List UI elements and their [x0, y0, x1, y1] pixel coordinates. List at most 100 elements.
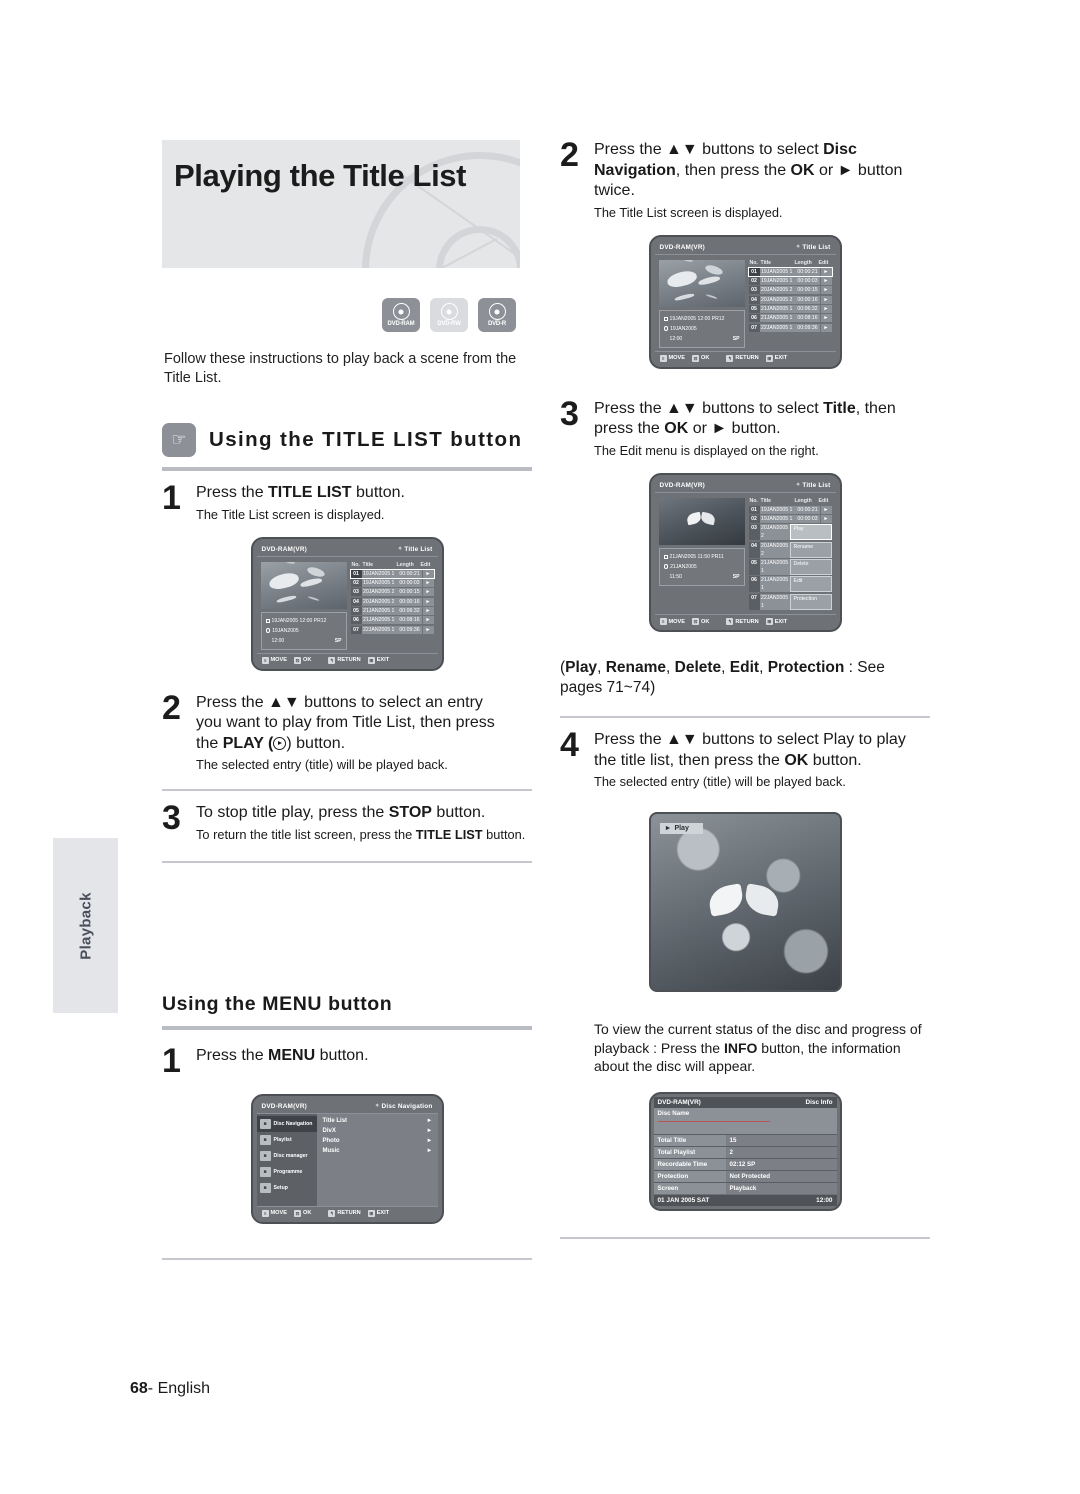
table-row[interactable]: 04 20JAN2005 2 Rename [748, 541, 832, 558]
row-edit-arrow[interactable]: ► [819, 314, 832, 323]
side-tab-label: Playback [77, 891, 94, 960]
table-row[interactable]: 01 19JAN2005 1 00:00:21 ► [747, 266, 833, 277]
edit-menu-item[interactable]: Protection [789, 593, 832, 610]
table-row[interactable]: 05 21JAN2005 1 00:06:32 ► [748, 305, 832, 314]
row-edit-arrow[interactable]: ► [819, 286, 832, 295]
page-banner: Playing the Title List [162, 140, 520, 268]
row-title: 19JAN2005 1 [361, 578, 398, 587]
osd-footer-label: EXIT [774, 618, 788, 625]
osd-info-time: 12:00 [271, 637, 285, 644]
key-icon: ≡ [659, 618, 667, 626]
edit-menu-item[interactable]: Play [789, 524, 832, 541]
row-length: 00:00:03 [795, 514, 820, 523]
row-edit-arrow[interactable]: ► [421, 588, 434, 597]
play-badge-label: Play [674, 825, 689, 833]
disc-info-value: Not Protected [725, 1170, 837, 1182]
row-title: 21JAN2005 1 [759, 305, 796, 314]
osd-footer-move[interactable]: ≡ MOVE [659, 618, 685, 626]
sidebar-item-disc-manager[interactable]: ■ Disc manager [257, 1148, 317, 1164]
nav-menu-item-music[interactable]: Music ► [323, 1148, 433, 1154]
row-edit-arrow[interactable]: ► [819, 323, 832, 332]
diamond-icon: ✧ [397, 546, 403, 552]
osd-footer-exit[interactable]: ⊞ EXIT [367, 1209, 389, 1217]
row-edit-arrow[interactable]: ► [421, 597, 434, 606]
key-icon: ≡ [261, 656, 269, 664]
row-edit-arrow[interactable]: ► [421, 625, 434, 634]
osd-play-screen: ► Play [648, 812, 842, 993]
table-row[interactable]: 06 21JAN2005 1 00:08:16 ► [350, 616, 434, 625]
edit-menu-item[interactable]: Delete [789, 559, 832, 576]
right-column: 2 Press the ▲▼ buttons to select Disc Na… [560, 138, 930, 1239]
diamond-icon: ✧ [795, 482, 801, 488]
osd-footer-exit[interactable]: ⊞ EXIT [765, 618, 788, 626]
osd-footer-label: MOVE [270, 657, 287, 663]
nav-menu-item-photo[interactable]: Photo ► [323, 1138, 433, 1144]
osd-footer-label: EXIT [376, 657, 390, 663]
sidebar-item-setup[interactable]: ■ Setup [257, 1180, 317, 1196]
nav-menu-item-title list[interactable]: Title List ► [323, 1118, 433, 1124]
osd-info-title: 19JAN2005 12:00 PR12 [271, 617, 327, 624]
osd-disc-type: DVD-RAM(VR) [261, 1102, 308, 1110]
osd-footer-return[interactable]: ↰ RETURN [328, 656, 361, 664]
osd-header: DVD-RAM(VR) ✧ Title List [256, 543, 438, 557]
table-row[interactable]: 03 20JAN2005 2 00:00:15 ► [350, 588, 434, 597]
osd-footer-ok[interactable]: ⊡ OK [293, 1209, 311, 1217]
sidebar-item-playlist[interactable]: ■ Playlist [257, 1132, 317, 1148]
osd-footer-label: OK [700, 618, 710, 625]
step-subtext: The Title List screen is displayed. [594, 204, 783, 220]
key-icon: ↰ [726, 354, 734, 362]
row-edit-arrow[interactable]: ► [421, 578, 434, 587]
step-3-menu: 3 Press the ▲▼ buttons to select Title, … [560, 397, 930, 459]
table-row[interactable]: 01 19JAN2005 1 00:00:21 ► [349, 568, 435, 579]
row-edit-arrow[interactable]: ► [819, 305, 832, 314]
section-title: Using the TITLE LIST button [209, 428, 523, 451]
osd-disc-name-field[interactable]: Disc Name [653, 1107, 837, 1134]
table-row[interactable]: 01 19JAN2005 1 00:00:21 ► [748, 505, 832, 514]
disc-info-row: Total Title 15 [653, 1133, 837, 1146]
row-number: 04 [748, 295, 760, 304]
table-row[interactable]: 06 21JAN2005 1 00:08:16 ► [748, 314, 832, 323]
sidebar-item-programme[interactable]: ■ Programme [257, 1164, 317, 1180]
table-row[interactable]: 03 20JAN2005 2 Play [748, 524, 832, 541]
row-edit-arrow[interactable]: ► [819, 505, 832, 514]
osd-footer-ok[interactable]: ⊡ OK [293, 656, 311, 664]
osd-info-time: 12:00 [669, 335, 683, 342]
row-edit-arrow[interactable]: ► [421, 607, 434, 616]
edit-menu-item[interactable]: Rename [789, 541, 832, 558]
table-row[interactable]: 04 20JAN2005 2 00:00:16 ► [748, 295, 832, 304]
osd-footer-ok[interactable]: ⊡ OK [691, 618, 710, 626]
table-row[interactable]: 02 19JAN2005 1 00:00:03 ► [748, 276, 832, 285]
sidebar-item-disc-navigation[interactable]: ■ Disc Navigation [256, 1115, 317, 1132]
table-row[interactable]: 07 22JAN2005 1 Protection [748, 593, 832, 610]
row-edit-arrow[interactable]: ► [819, 276, 832, 285]
table-row[interactable]: 06 21JAN2005 1 Edit [748, 576, 832, 593]
row-edit-arrow[interactable]: ► [819, 295, 832, 304]
row-edit-arrow[interactable]: ► [421, 616, 434, 625]
osd-thumbnail-preview [658, 259, 745, 307]
table-row[interactable]: 05 21JAN2005 1 Delete [748, 559, 832, 576]
osd-footer-move[interactable]: ≡ MOVE [261, 1209, 287, 1217]
table-row[interactable]: 07 22JAN2005 1 00:09:36 ► [350, 625, 434, 634]
row-edit-arrow[interactable]: ► [819, 514, 832, 523]
osd-footer-move[interactable]: ≡ MOVE [659, 354, 685, 362]
table-row[interactable]: 04 20JAN2005 2 00:00:16 ► [350, 597, 434, 606]
osd-footer-exit[interactable]: ⊞ EXIT [765, 354, 787, 362]
table-row[interactable]: 07 22JAN2005 1 00:09:36 ► [748, 323, 832, 332]
osd-footer-return[interactable]: ↰ RETURN [726, 354, 759, 362]
osd-footer-return[interactable]: ↰ RETURN [328, 1209, 361, 1217]
table-row[interactable]: 03 20JAN2005 2 00:00:15 ► [748, 286, 832, 295]
osd-footer-move[interactable]: ≡ MOVE [261, 656, 287, 664]
row-edit-arrow[interactable]: ► [819, 267, 832, 276]
osd-footer-ok[interactable]: ⊡ OK [691, 354, 709, 362]
osd-title-table: No. Title Length Edit 01 19JAN2005 1 00:00… [349, 562, 435, 650]
dvd-rw-label: DVD-RW [437, 321, 461, 327]
osd-info-date: 21JAN2005 [670, 563, 697, 570]
table-row[interactable]: 02 19JAN2005 1 00:00:03 ► [748, 514, 832, 523]
osd-footer-exit[interactable]: ⊞ EXIT [367, 656, 390, 664]
row-edit-arrow[interactable]: ► [421, 569, 434, 578]
table-row[interactable]: 05 21JAN2005 1 00:06:32 ► [350, 607, 434, 616]
nav-menu-item-divx[interactable]: DivX ► [323, 1128, 433, 1134]
osd-footer-return[interactable]: ↰ RETURN [726, 618, 759, 626]
edit-menu-item[interactable]: Edit [789, 576, 832, 593]
table-row[interactable]: 02 19JAN2005 1 00:00:03 ► [350, 578, 434, 587]
